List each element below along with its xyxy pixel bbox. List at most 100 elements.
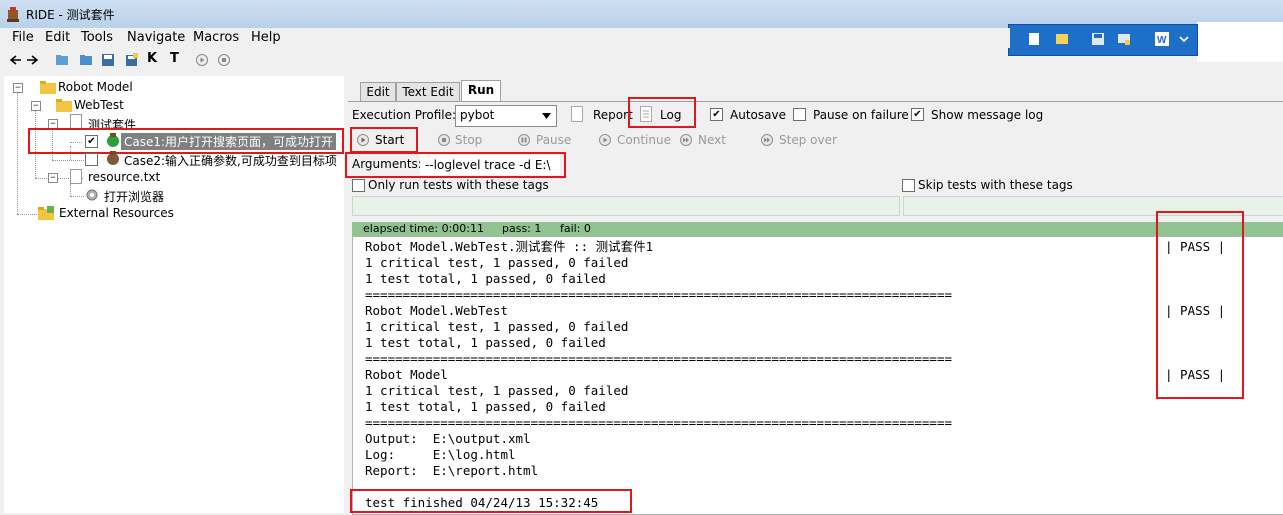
output-path-log: Log: E:\log.html — [365, 447, 516, 462]
tree-connector — [70, 196, 84, 197]
tree-connector — [70, 184, 71, 196]
print-preview-icon[interactable] — [1117, 32, 1131, 46]
tab-divider — [348, 101, 1283, 102]
step-over-button[interactable]: Step over — [779, 133, 837, 147]
tab-text-edit[interactable]: Text Edit — [396, 82, 460, 101]
search-keywords-k-icon[interactable]: K — [147, 51, 157, 66]
test-tree-panel: − Robot Model − WebTest − 测试套件 ✔ Case1:用… — [4, 76, 344, 513]
output-line: 1 test total, 1 passed, 0 failed — [365, 271, 606, 286]
back-arrow-icon[interactable] — [8, 53, 22, 67]
save-all-icon[interactable] — [124, 53, 138, 67]
next-button[interactable]: Next — [698, 133, 726, 147]
tree-expander-webtest[interactable]: − — [31, 101, 41, 111]
execution-profile-label: Execution Profile: — [352, 108, 457, 122]
skip-tags-checkbox[interactable] — [902, 179, 915, 192]
menu-edit[interactable]: Edit — [45, 30, 70, 45]
stop-icon — [438, 134, 450, 146]
stop-circle-icon[interactable] — [217, 53, 231, 67]
chevron-down-icon[interactable] — [1177, 32, 1191, 46]
folder-icon[interactable] — [1055, 32, 1069, 46]
tab-run[interactable]: Run — [461, 80, 501, 102]
pause-on-failure-checkbox[interactable] — [793, 108, 806, 121]
report-link[interactable]: Report — [593, 108, 633, 122]
skip-tags-label: Skip tests with these tags — [918, 178, 1073, 192]
run-circle-icon[interactable] — [195, 53, 209, 67]
pause-button[interactable]: Pause — [536, 133, 571, 147]
tree-item-webtest[interactable]: WebTest — [74, 98, 124, 112]
menu-file[interactable]: File — [12, 30, 34, 45]
show-message-log-checkbox[interactable]: ✔ — [911, 108, 924, 121]
tree-connector — [52, 160, 84, 161]
output-line: Robot Model.WebTest.测试套件 :: 测试套件1 — [365, 239, 654, 254]
blurred-title-fragment — [195, 9, 209, 17]
output-line: 1 critical test, 1 passed, 0 failed — [365, 319, 629, 334]
pass-count: pass: 1 — [502, 222, 542, 235]
tree-item-robot-model[interactable]: Robot Model — [58, 80, 133, 94]
menu-navigate[interactable]: Navigate — [127, 30, 185, 45]
stop-button[interactable]: Stop — [455, 133, 482, 147]
continue-icon — [599, 134, 611, 146]
step-over-icon — [761, 134, 773, 146]
fail-count: fail: 0 — [560, 222, 591, 235]
next-icon — [680, 134, 692, 146]
menu-macros[interactable]: Macros — [193, 30, 239, 45]
tree-expander-resource[interactable]: − — [48, 173, 58, 183]
highlight-box-case1 — [28, 128, 344, 154]
tree-item-resource[interactable]: resource.txt — [88, 170, 160, 184]
highlight-box-start — [350, 127, 418, 153]
only-run-tags-input[interactable] — [352, 196, 900, 216]
execution-profile-select[interactable]: pybot — [455, 105, 557, 127]
output-line: 1 test total, 1 passed, 0 failed — [365, 399, 606, 414]
pause-icon — [518, 134, 530, 146]
dropdown-arrow-icon — [542, 113, 551, 119]
save-icon[interactable] — [1091, 32, 1105, 46]
folder-icon[interactable] — [79, 53, 93, 67]
robot-test-icon — [107, 151, 119, 165]
continue-button[interactable]: Continue — [617, 133, 671, 147]
tree-item-external-resources[interactable]: External Resources — [59, 206, 174, 220]
blurred-title-fragment — [510, 9, 550, 17]
folder-icon — [56, 99, 72, 112]
forward-arrow-icon[interactable] — [26, 53, 40, 67]
new-document-icon[interactable] — [1027, 32, 1041, 46]
case2-checkbox[interactable] — [85, 153, 98, 166]
report-file-icon — [571, 106, 583, 122]
tab-edit[interactable]: Edit — [360, 82, 396, 101]
tree-item-keyword[interactable]: 打开浏览器 — [104, 188, 164, 205]
output-console[interactable]: Robot Model.WebTest.测试套件 :: 测试套件1 | PASS… — [352, 236, 1283, 515]
tree-connector — [17, 214, 39, 215]
output-line: 1 critical test, 1 passed, 0 failed — [365, 255, 629, 270]
search-tests-t-icon[interactable]: T — [170, 51, 179, 66]
autosave-checkbox[interactable]: ✔ — [710, 108, 723, 121]
word-icon[interactable]: W — [1155, 32, 1169, 46]
window-title: RIDE - 测试套件 — [26, 8, 115, 22]
blurred-title-fragment — [312, 9, 328, 17]
robot-app-icon — [7, 7, 19, 22]
pause-on-failure-label: Pause on failure — [813, 108, 909, 122]
save-icon[interactable] — [101, 53, 115, 67]
tree-item-case2[interactable]: Case2:输入正确参数,可成功查到目标项 — [124, 152, 337, 169]
highlight-box-arguments — [345, 152, 566, 178]
blurred-title-fragment — [140, 9, 166, 17]
output-line: Robot Model.WebTest — [365, 303, 508, 318]
output-path-output: Output: E:\output.xml — [365, 431, 531, 446]
open-folder-icon[interactable] — [55, 53, 69, 67]
menu-help[interactable]: Help — [251, 30, 281, 45]
only-run-tags-checkbox[interactable] — [352, 179, 365, 192]
menu-tools[interactable]: Tools — [81, 30, 113, 45]
svg-text:W: W — [1157, 35, 1167, 46]
file-icon — [70, 114, 82, 129]
tree-expander-robot-model[interactable]: − — [13, 83, 23, 93]
file-icon — [70, 169, 82, 184]
elapsed-time: elapsed time: 0:00:11 — [363, 222, 484, 235]
only-run-tags-label: Only run tests with these tags — [368, 178, 549, 192]
external-resources-folder-icon — [38, 206, 54, 220]
highlight-box-pass — [1156, 211, 1244, 399]
blurred-title-fragment — [461, 9, 481, 17]
execution-profile-value: pybot — [460, 108, 495, 122]
show-message-log-label: Show message log — [931, 108, 1044, 122]
blurred-title-fragment — [408, 9, 432, 17]
tree-connector — [17, 92, 18, 214]
autosave-label: Autosave — [730, 108, 786, 122]
output-line: 1 test total, 1 passed, 0 failed — [365, 335, 606, 350]
